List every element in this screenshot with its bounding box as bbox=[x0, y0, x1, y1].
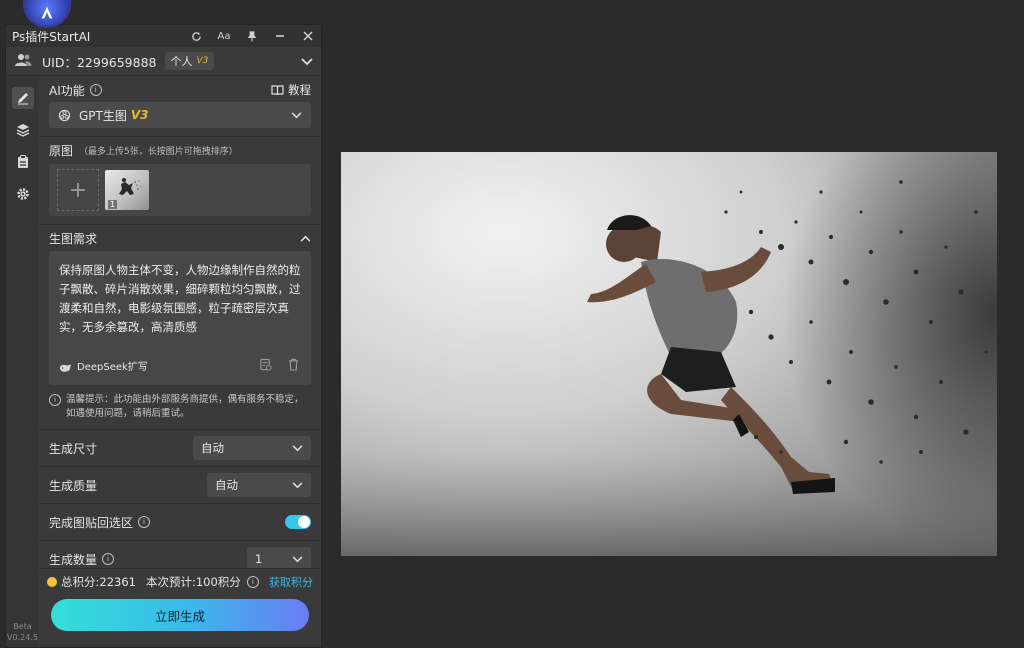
paste-back-toggle[interactable] bbox=[285, 515, 311, 529]
chevron-down-icon bbox=[291, 108, 302, 122]
info-icon: i bbox=[49, 394, 61, 406]
plugin-panel: Ps插件StartAI Aa UID：2299659888 个人 V3 Beta V… bbox=[5, 24, 322, 648]
canvas-image bbox=[341, 152, 997, 556]
app-logo bbox=[25, 0, 69, 26]
paste-back-row: 完成图贴回选区 i bbox=[39, 503, 321, 540]
layers-icon bbox=[16, 124, 29, 137]
estimated-points: 本次预计:100积分 bbox=[145, 575, 241, 589]
ai-function-label: AI功能 bbox=[49, 83, 85, 98]
trash-icon[interactable] bbox=[288, 358, 299, 377]
source-thumbnail[interactable]: 1 bbox=[105, 170, 149, 210]
coin-icon bbox=[47, 577, 57, 587]
source-note: （最多上传5张，长按图片可拖拽排序） bbox=[79, 146, 238, 157]
minimize-icon[interactable] bbox=[273, 29, 287, 43]
paste-back-label: 完成图贴回选区 bbox=[49, 515, 134, 530]
gear-icon bbox=[16, 188, 29, 200]
chevron-up-icon[interactable] bbox=[300, 231, 311, 245]
font-size-icon[interactable]: Aa bbox=[217, 29, 231, 43]
count-label: 生成数量 bbox=[49, 552, 98, 567]
main-content: AI功能 i 教程 GPT生图 V3 原图 （最多上传5张，长按图片可拖拽排序）… bbox=[39, 77, 321, 647]
tutorial-link[interactable]: 教程 bbox=[271, 82, 311, 98]
users-icon bbox=[14, 53, 32, 70]
info-icon[interactable]: i bbox=[89, 84, 102, 96]
size-label: 生成尺寸 bbox=[49, 441, 98, 456]
quality-row: 生成质量 自动 bbox=[39, 466, 321, 503]
runner-photo bbox=[341, 152, 997, 556]
size-row: 生成尺寸 自动 bbox=[39, 429, 321, 466]
pin-icon[interactable] bbox=[245, 29, 259, 43]
service-tip: i 温馨提示：此功能由外部服务商提供，偶有服务不稳定，如遇使用问题，请稍后重试。 bbox=[49, 393, 311, 421]
info-icon[interactable]: i bbox=[246, 576, 259, 588]
plan-badge: 个人 V3 bbox=[164, 52, 215, 70]
chevron-down-icon bbox=[292, 552, 303, 566]
clipboard-icon bbox=[17, 155, 28, 168]
info-icon[interactable]: i bbox=[102, 553, 115, 565]
upload-area: + 1 bbox=[49, 164, 311, 216]
source-label: 原图 bbox=[49, 143, 74, 158]
points-bar: 总积分:22361 本次预计:100积分 i 获取积分 bbox=[39, 569, 321, 595]
deepseek-expand-button[interactable]: DeepSeek扩写 bbox=[59, 358, 148, 377]
chevron-down-icon[interactable] bbox=[301, 54, 313, 69]
model-version: V3 bbox=[130, 108, 149, 122]
side-nav-settings[interactable] bbox=[12, 183, 34, 205]
user-uid: UID：2299659888 bbox=[42, 54, 157, 70]
source-image-header: 原图 （最多上传5张，长按图片可拖拽排序） bbox=[39, 138, 321, 162]
info-icon[interactable]: i bbox=[138, 516, 151, 528]
chevron-down-icon bbox=[292, 441, 303, 455]
whale-icon bbox=[59, 363, 72, 372]
requirement-header[interactable]: 生图需求 bbox=[39, 225, 321, 251]
history-icon[interactable] bbox=[259, 358, 272, 377]
side-nav-edit[interactable] bbox=[11, 87, 34, 109]
quality-select[interactable]: 自动 bbox=[207, 473, 311, 497]
book-icon bbox=[271, 84, 284, 95]
add-image-button[interactable]: + bbox=[57, 169, 99, 211]
model-name: GPT生图 bbox=[79, 108, 127, 123]
version-label: Beta V0.24.5 bbox=[7, 622, 38, 642]
footer: 总积分:22361 本次预计:100积分 i 获取积分 立即生成 bbox=[39, 568, 321, 647]
prompt-textarea[interactable]: 保持原图人物主体不变，人物边缘制作自然的粒子飘散、碎片消散效果，细碎颗粒均匀飘散… bbox=[49, 251, 311, 385]
model-select[interactable]: GPT生图 V3 bbox=[49, 102, 311, 128]
ai-function-header: AI功能 i 教程 bbox=[39, 78, 321, 102]
generate-button[interactable]: 立即生成 bbox=[51, 599, 309, 631]
pen-icon bbox=[17, 93, 28, 105]
model-icon bbox=[58, 109, 71, 121]
side-nav: Beta V0.24.5 bbox=[6, 77, 39, 647]
title-bar: Ps插件StartAI Aa bbox=[6, 25, 321, 47]
close-icon[interactable] bbox=[301, 29, 315, 43]
user-bar[interactable]: UID：2299659888 个人 V3 bbox=[6, 47, 321, 76]
refresh-icon[interactable] bbox=[189, 29, 203, 43]
window-title: Ps插件StartAI bbox=[12, 29, 91, 44]
prompt-text: 保持原图人物主体不变，人物边缘制作自然的粒子飘散、碎片消散效果，细碎颗粒均匀飘散… bbox=[59, 263, 301, 334]
logo-icon bbox=[41, 6, 53, 19]
total-points: 总积分:22361 bbox=[61, 575, 136, 589]
quality-label: 生成质量 bbox=[49, 478, 98, 493]
size-select[interactable]: 自动 bbox=[193, 436, 311, 460]
side-nav-notes[interactable] bbox=[12, 151, 34, 173]
chevron-down-icon bbox=[292, 478, 303, 492]
side-nav-layers[interactable] bbox=[12, 119, 34, 141]
requirement-label: 生图需求 bbox=[49, 231, 98, 246]
get-points-link[interactable]: 获取积分 bbox=[269, 574, 313, 590]
